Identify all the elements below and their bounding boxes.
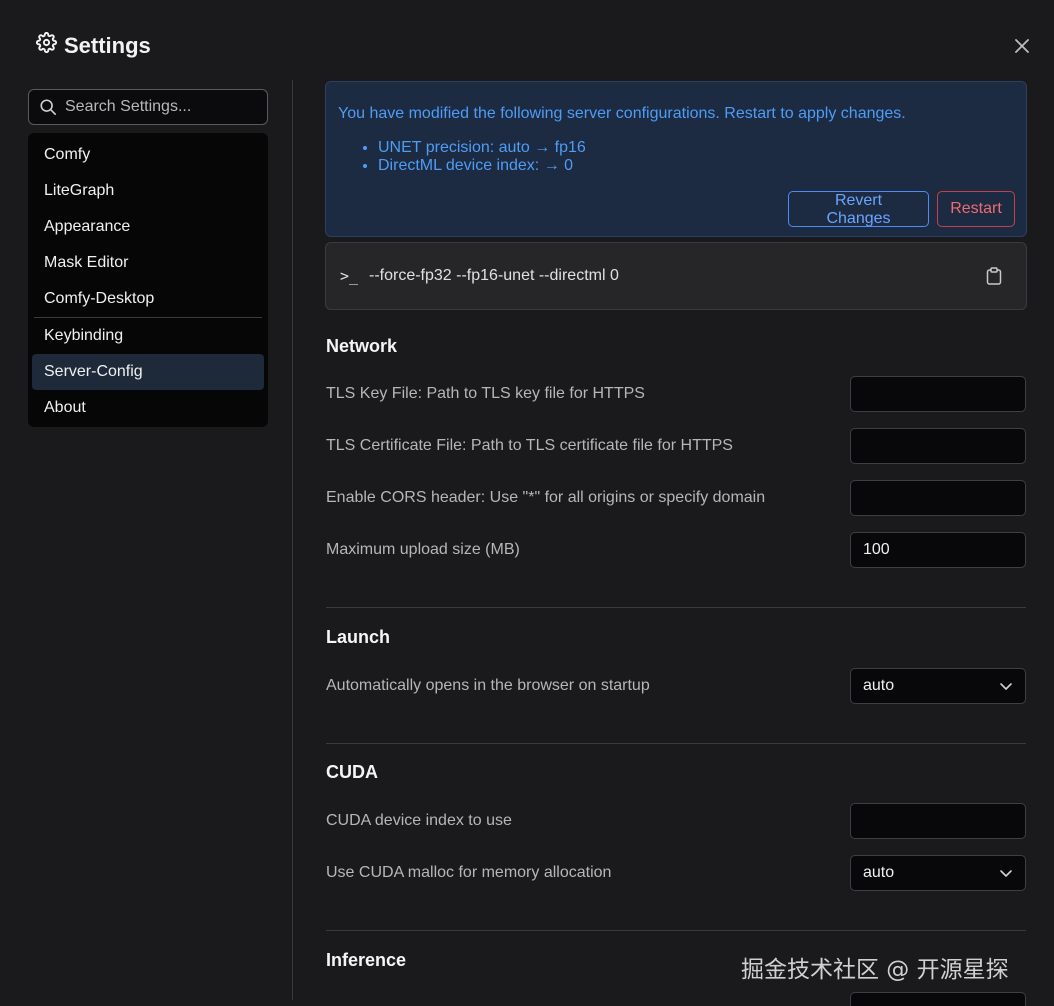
cuda-malloc-select[interactable]: auto — [850, 855, 1026, 891]
watermark: 掘金技术社区 @ 开源星探 — [741, 957, 1009, 983]
cors-label: Enable CORS header: Use "*" for all orig… — [326, 489, 766, 506]
terminal-icon: >_ — [340, 267, 359, 285]
gear-icon — [35, 31, 58, 59]
section-title-cuda: CUDA — [326, 762, 378, 782]
tls-cert-input[interactable] — [850, 428, 1026, 464]
section-divider — [326, 930, 1026, 931]
dialog-title-text: Settings — [64, 32, 151, 58]
cuda-device-label: CUDA device index to use — [326, 812, 512, 829]
section-divider — [326, 607, 1026, 608]
settings-nav: Comfy LiteGraph Appearance Mask Editor C… — [28, 133, 268, 427]
search-icon — [40, 99, 57, 116]
revert-changes-button[interactable]: Revert Changes — [788, 191, 929, 227]
cuda-device-input[interactable] — [850, 803, 1026, 839]
banner-message: You have modified the following server c… — [338, 105, 906, 122]
nav-item-server-config[interactable]: Server-Config — [32, 354, 264, 390]
auto-open-value: auto — [863, 677, 895, 694]
nav-item-mask-editor[interactable]: Mask Editor — [32, 245, 264, 281]
restart-button[interactable]: Restart — [937, 191, 1015, 227]
changes-list: UNET precision: auto → fp16 DirectML dev… — [378, 139, 586, 175]
cuda-malloc-value: auto — [863, 864, 895, 881]
change-item: UNET precision: auto → fp16 — [378, 139, 586, 157]
search-box[interactable] — [28, 89, 268, 125]
section-divider — [326, 743, 1026, 744]
cors-input[interactable] — [850, 480, 1026, 516]
restart-banner: You have modified the following server c… — [325, 81, 1027, 237]
nav-item-keybinding[interactable]: Keybinding — [32, 318, 264, 354]
chevron-down-icon — [1000, 870, 1012, 877]
upload-size-input[interactable] — [850, 532, 1026, 568]
upload-size-label: Maximum upload size (MB) — [326, 541, 520, 558]
command-line-box: >_ --force-fp32 --fp16-unet --directml 0 — [325, 242, 1027, 310]
clipboard-icon[interactable] — [986, 267, 1002, 285]
section-title-inference: Inference — [326, 950, 407, 970]
nav-item-comfy-desktop[interactable]: Comfy-Desktop — [32, 281, 264, 317]
nav-item-appearance[interactable]: Appearance — [32, 209, 264, 245]
dialog-title: Settings — [35, 31, 151, 59]
nav-item-litegraph[interactable]: LiteGraph — [32, 173, 264, 209]
cuda-malloc-label: Use CUDA malloc for memory allocation — [326, 864, 612, 881]
copy-button[interactable] — [986, 267, 1002, 285]
panel-divider — [292, 80, 293, 1000]
search-input[interactable] — [65, 98, 255, 116]
change-item: DirectML device index: → 0 — [378, 157, 586, 175]
chevron-down-icon — [1000, 683, 1012, 690]
command-text: --force-fp32 --fp16-unet --directml 0 — [369, 267, 619, 284]
nav-item-comfy[interactable]: Comfy — [32, 137, 264, 173]
auto-open-label: Automatically opens in the browser on st… — [326, 677, 650, 694]
auto-open-select[interactable]: auto — [850, 668, 1026, 704]
close-button[interactable] — [1012, 36, 1032, 56]
nav-item-about[interactable]: About — [32, 390, 264, 426]
tls-cert-label: TLS Certificate File: Path to TLS certif… — [326, 437, 733, 454]
tls-key-label: TLS Key File: Path to TLS key file for H… — [326, 385, 645, 402]
section-title-network: Network — [326, 336, 398, 356]
section-title-launch: Launch — [326, 627, 391, 647]
tls-key-input[interactable] — [850, 376, 1026, 412]
close-icon[interactable] — [1012, 36, 1032, 56]
inference-input-partial[interactable] — [850, 992, 1026, 1006]
